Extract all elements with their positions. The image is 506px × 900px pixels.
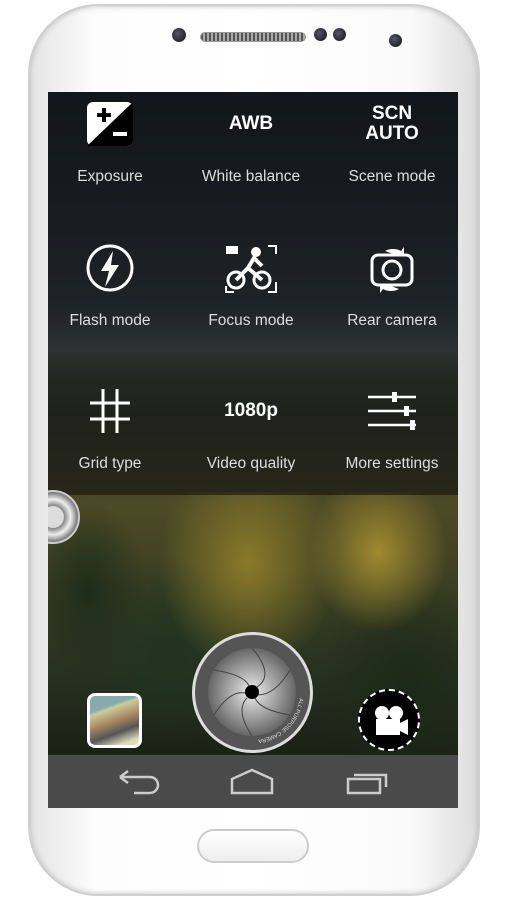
setting-scene-mode[interactable]: SCN AUTO Scene mode bbox=[324, 94, 458, 237]
setting-label: Focus mode bbox=[208, 312, 294, 329]
recent-apps-button[interactable] bbox=[338, 765, 398, 797]
proximity-sensor-2 bbox=[333, 28, 346, 41]
home-icon bbox=[230, 768, 274, 795]
gallery-thumbnail[interactable] bbox=[87, 693, 142, 748]
setting-video-quality[interactable]: 1080p Video quality bbox=[183, 381, 319, 524]
front-sensor bbox=[172, 28, 186, 42]
back-button[interactable] bbox=[108, 765, 168, 797]
setting-more-settings[interactable]: More settings bbox=[324, 381, 458, 524]
flash-auto-icon bbox=[80, 242, 140, 294]
proximity-sensor bbox=[314, 28, 327, 41]
setting-flash-mode[interactable]: Flash mode bbox=[48, 238, 178, 381]
setting-label: Exposure bbox=[77, 168, 143, 185]
navigation-bar bbox=[48, 755, 458, 808]
recent-apps-icon bbox=[346, 773, 388, 795]
earpiece-speaker bbox=[200, 32, 306, 42]
setting-label: More settings bbox=[345, 455, 439, 472]
camera-screen: Exposure AWB White balance SCN AUTO Scene… bbox=[48, 92, 458, 808]
awb-value: AWB bbox=[228, 113, 274, 134]
setting-label: White balance bbox=[201, 168, 301, 185]
focus-action-icon bbox=[221, 242, 281, 294]
scene-value-2: AUTO bbox=[365, 123, 419, 144]
setting-label: Video quality bbox=[206, 455, 296, 472]
awb-icon: AWB bbox=[221, 98, 281, 150]
setting-label: Rear camera bbox=[347, 312, 437, 329]
setting-rear-camera[interactable]: Rear camera bbox=[324, 238, 458, 381]
back-icon bbox=[119, 770, 160, 795]
setting-label: Scene mode bbox=[348, 168, 436, 185]
video-quality-icon: 1080p bbox=[221, 385, 281, 437]
home-button[interactable] bbox=[222, 765, 282, 797]
sliders-icon bbox=[362, 385, 422, 437]
grid-icon bbox=[80, 385, 140, 437]
video-quality-value: 1080p bbox=[224, 400, 278, 421]
aperture-icon: ALL PURPOSE CAMERA bbox=[208, 647, 304, 744]
front-camera bbox=[389, 34, 402, 47]
setting-label: Grid type bbox=[78, 455, 142, 472]
shutter-button[interactable]: ALL PURPOSE CAMERA bbox=[192, 632, 313, 753]
video-mode-button[interactable] bbox=[358, 689, 420, 751]
setting-white-balance[interactable]: AWB White balance bbox=[183, 94, 319, 237]
switch-camera-icon bbox=[362, 242, 422, 294]
setting-focus-mode[interactable]: Focus mode bbox=[183, 238, 319, 381]
home-hardware-button[interactable] bbox=[197, 829, 309, 863]
movie-camera-icon bbox=[375, 706, 408, 735]
setting-label: Flash mode bbox=[69, 312, 151, 329]
scene-value-1: SCN bbox=[371, 103, 413, 124]
setting-exposure[interactable]: Exposure bbox=[48, 94, 178, 237]
scene-icon: SCN AUTO bbox=[362, 98, 422, 150]
exposure-icon bbox=[80, 98, 140, 150]
